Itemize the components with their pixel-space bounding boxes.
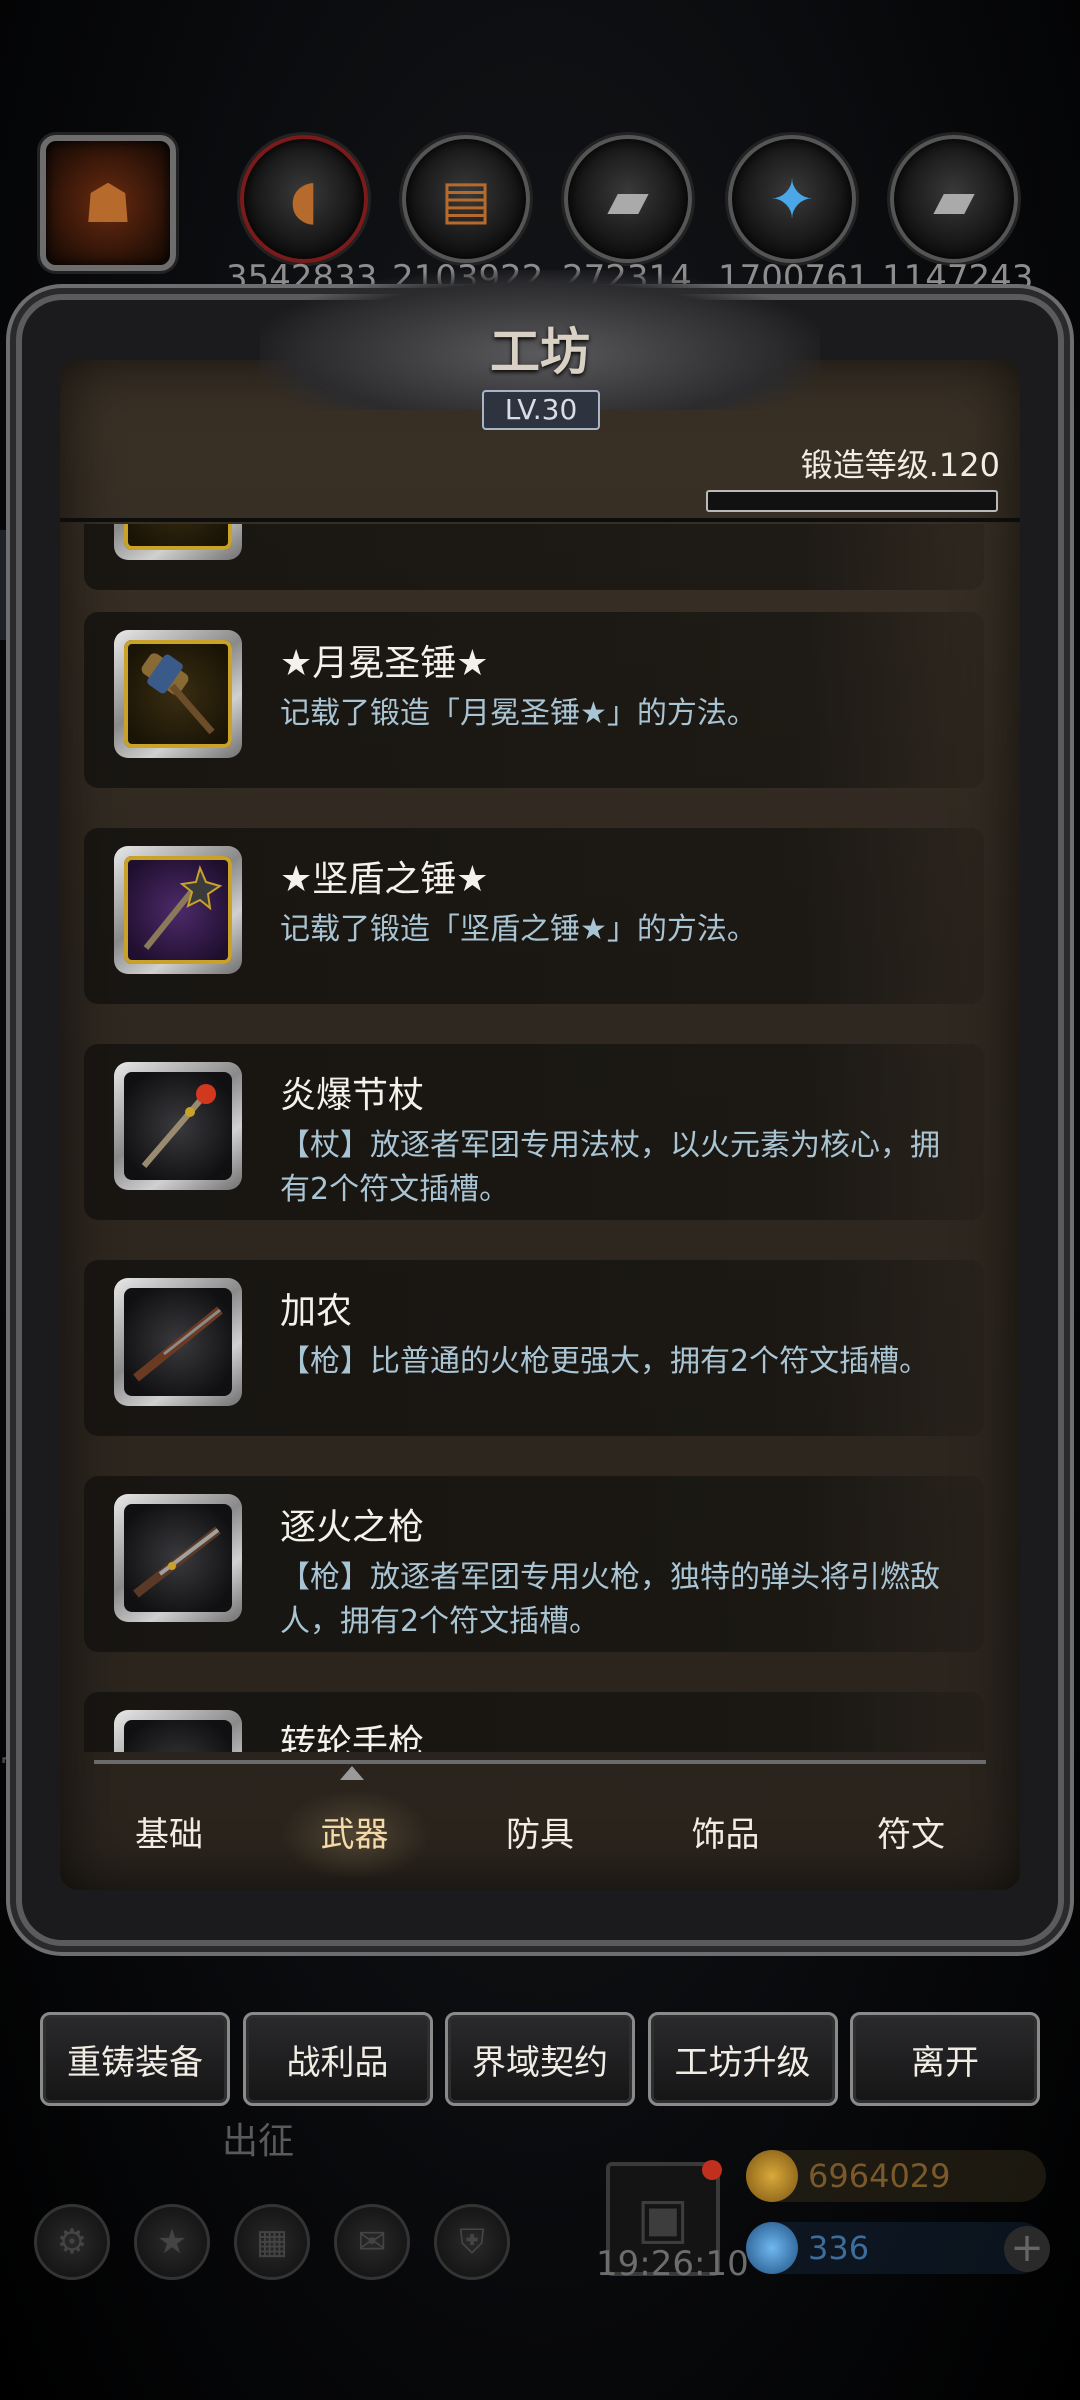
item-name: 转轮手枪 [280,1723,425,1752]
item-name: 加农 [280,1291,353,1332]
shield-icon[interactable]: ⛨ [434,2204,510,2280]
steel-count: 1147243 [882,258,1034,298]
wood-icon: ▤ [440,167,492,231]
crystal-icon: ✦ [769,167,815,231]
star-icon[interactable]: ★ [134,2204,210,2280]
tab-armor[interactable]: 防具 [465,1790,615,1880]
reforge-button[interactable]: 重铸装备 [40,2012,230,2106]
staff-icon [141,1084,216,1168]
list-item[interactable]: 逐火之枪 【枪】放逐者军团专用火枪，独特的弹头将引燃敌人，拥有2个符文插槽。 [84,1476,984,1652]
item-name: ★月冕圣锤★ [280,643,489,684]
meat-resource-icon[interactable]: ◖ [240,135,368,263]
list-top-divider [60,518,1020,522]
list-item[interactable]: ★月冕圣锤★ 记载了锻造「月冕圣锤★」的方法。 [84,612,984,788]
gem-value: 336 [808,2229,870,2267]
forge-level-label: 锻造等级.120 [800,446,1000,484]
wood-resource-icon[interactable]: ▤ [402,135,530,263]
hammer-icon [141,653,215,735]
item-name: 逐火之枪 [280,1507,425,1548]
tabs-divider [94,1760,986,1764]
steel-resource-icon[interactable]: ▰ [890,135,1018,263]
steel-icon: ▰ [933,167,975,231]
list-item[interactable]: ★坚盾之锤★ 记载了锻造「坚盾之锤★」的方法。 [84,828,984,1004]
tab-weapons[interactable]: 武器 [279,1790,430,1880]
meat-icon: ◖ [289,167,319,231]
workshop-upgrade-button[interactable]: 工坊升级 [647,2012,838,2106]
gift-timer: 19:26:10 [596,2244,749,2284]
gift-icon: ▣ [636,2186,690,2251]
gem-icon [746,2222,798,2274]
category-tabs: 基础 武器 防具 饰品 符文 [94,1790,986,1880]
loot-button[interactable]: 战利品 [242,2012,433,2106]
iron-icon: ▰ [607,167,649,231]
tab-accessories[interactable]: 饰品 [651,1790,801,1880]
item-thumbnail [114,524,242,560]
item-description: 【枪】放逐者军团专用火枪，独特的弹头将引燃敌人，拥有2个符文插槽。 [280,1560,940,1639]
item-thumbnail [114,1494,242,1622]
level-badge: LV.30 [482,390,600,430]
item-thumbnail [114,846,242,974]
item-name: 炎爆节杖 [280,1075,425,1116]
book-icon[interactable]: ▦ [234,2204,310,2280]
leave-button[interactable]: 离开 [850,2012,1040,2106]
gold-value: 6964029 [808,2157,951,2195]
list-item[interactable] [84,524,984,590]
item-description: 记载了锻造「月冕圣锤★」的方法。 [280,696,757,731]
item-description: 【杖】放逐者军团专用法杖，以火元素为核心，拥有2个符文插槽。 [280,1128,940,1207]
realm-contract-button[interactable]: 界域契约 [445,2012,635,2106]
mace-icon [143,865,223,950]
crystal-resource-icon[interactable]: ✦ [728,135,856,263]
item-thumbnail [114,1710,242,1752]
settings-icon[interactable]: ⚙ [34,2204,110,2280]
action-buttons: 重铸装备 战利品 界域契约 工坊升级 离开 [40,2012,1040,2106]
recipe-list[interactable]: ★月冕圣锤★ 记载了锻造「月冕圣锤★」的方法。 ★坚盾之锤★ 记载了锻造「坚盾之… [84,524,984,1752]
list-item[interactable]: 转轮手枪 [84,1692,984,1752]
gem-display: 336 [746,2222,1046,2274]
gold-display: 6964029 [746,2150,1046,2202]
item-thumbnail [114,630,242,758]
add-currency-button[interactable]: + [1004,2226,1050,2272]
tab-basic[interactable]: 基础 [94,1790,244,1880]
pumpkin-icon: ☗ [83,171,133,235]
page-title: 工坊 [490,322,590,381]
gold-scroll-icon [746,2150,798,2202]
item-thumbnail [114,1062,242,1190]
tab-runes[interactable]: 符文 [836,1790,986,1880]
tab-up-arrow-icon [340,1766,364,1780]
notification-dot [702,2160,722,2180]
item-name: ★坚盾之锤★ [280,859,489,900]
list-item[interactable]: 炎爆节杖 【杖】放逐者军团专用法杖，以火元素为核心，拥有2个符文插槽。 [84,1044,984,1220]
forge-progress-bar [706,490,998,512]
musket-icon [133,1306,223,1382]
iron-resource-icon[interactable]: ▰ [564,135,692,263]
item-thumbnail [114,1278,242,1406]
pumpkin-resource-icon[interactable]: ☗ [40,135,176,271]
item-description: 【枪】比普通的火枪更强大，拥有2个符文插槽。 [280,1344,930,1379]
mail-icon[interactable]: ✉ [334,2204,410,2280]
item-description: 记载了锻造「坚盾之锤★」的方法。 [280,912,757,947]
rifle-icon [133,1526,221,1598]
list-item[interactable]: 加农 【枪】比普通的火枪更强大，拥有2个符文插槽。 [84,1260,984,1436]
expedition-label: 出征 [222,2121,295,2162]
left-edge-handle[interactable] [0,530,16,640]
